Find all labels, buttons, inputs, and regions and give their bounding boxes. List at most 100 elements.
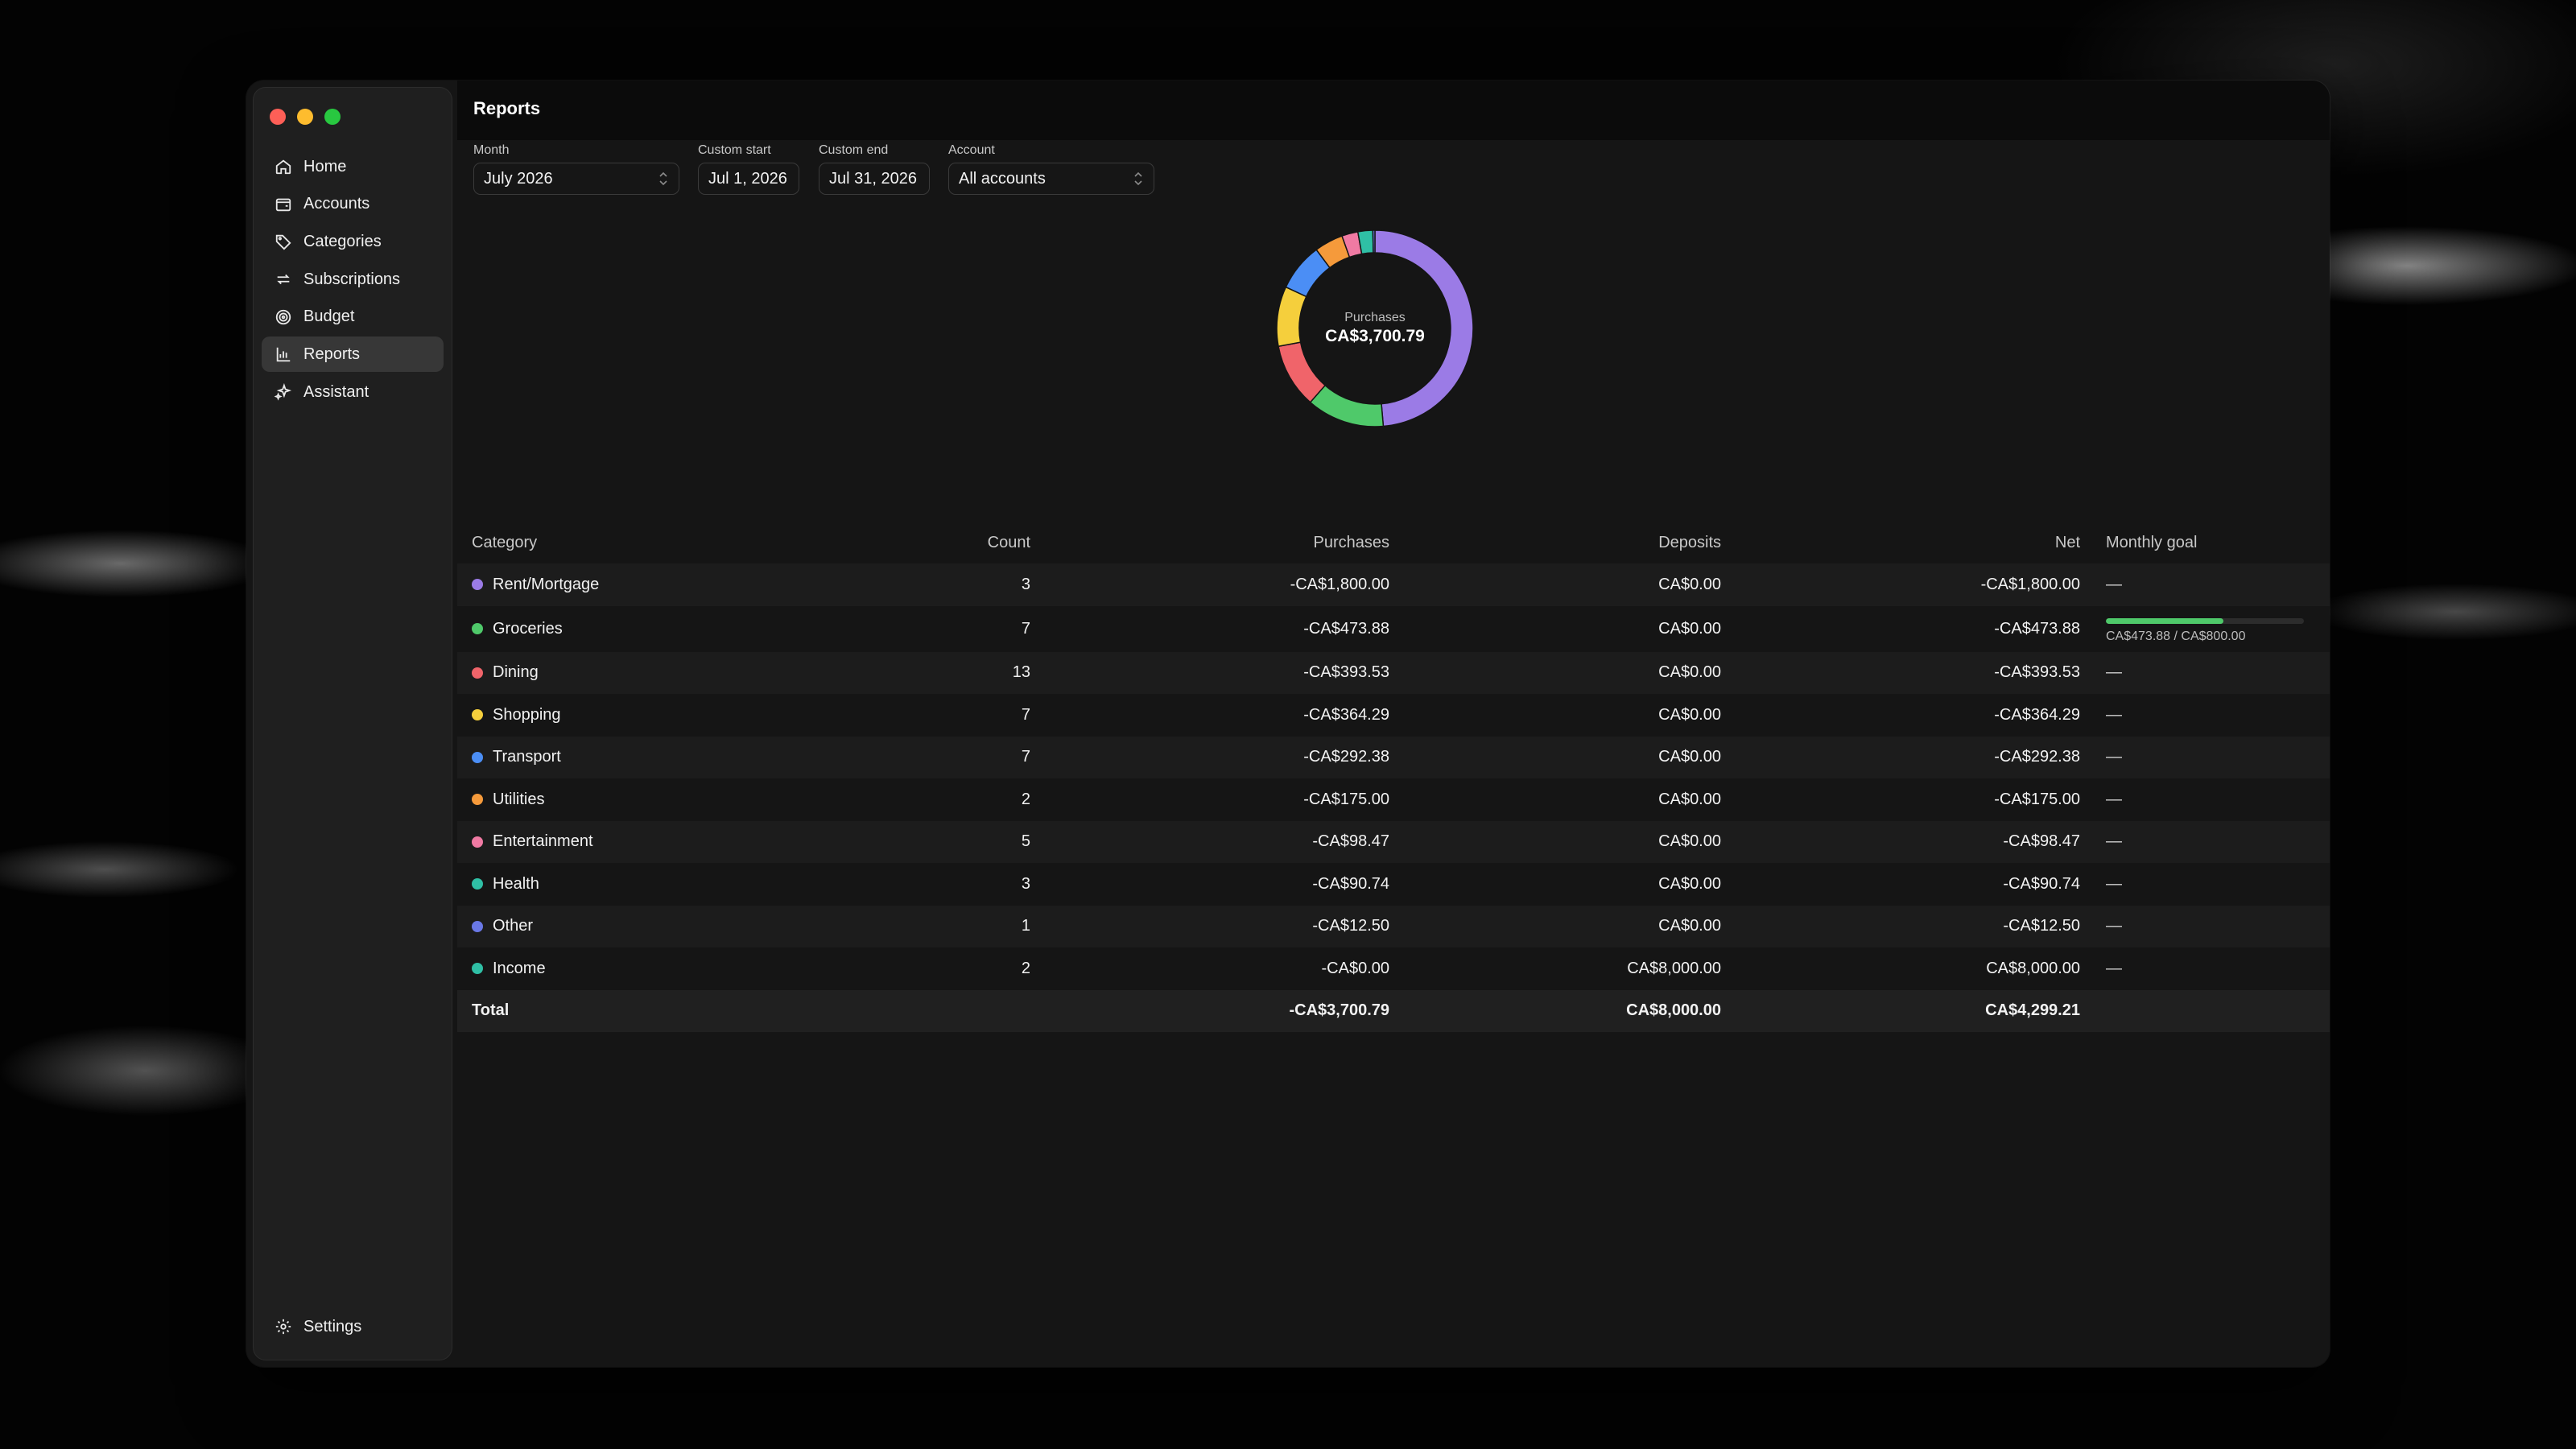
category-cell: Groceries [472,606,563,652]
net-cell: -CA$393.53 [1994,663,2080,682]
sidebar-item-assistant[interactable]: Assistant [262,374,444,410]
purchases-donut-chart: Purchases CA$3,700.79 [1262,216,1488,441]
goal-text: CA$473.88 / CA$800.00 [2106,629,2246,643]
table-row[interactable]: Entertainment 5 -CA$98.47 CA$0.00 -CA$98.47 — [457,820,2330,864]
donut-total: CA$3,700.79 [1325,327,1425,345]
table-row[interactable]: Transport 7 -CA$292.38 CA$0.00 -CA$292.38 — [457,736,2330,779]
table-row[interactable]: Other 1 -CA$12.50 CA$0.00 -CA$12.50 — [457,905,2330,947]
sidebar-item-home[interactable]: Home [262,149,444,184]
sidebar-item-budget[interactable]: Budget [262,299,444,335]
count-cell: 3 [1021,575,1030,593]
custom-start-filter: Custom start Jul 1, 2026 [698,142,799,195]
table-row[interactable]: Shopping 7 -CA$364.29 CA$0.00 -CA$364.29 — [457,694,2330,737]
sidebar-item-subscriptions[interactable]: Subscriptions [262,262,444,297]
total-net: CA$4,299.21 [1985,1001,2080,1020]
deposits-cell: CA$8,000.00 [1627,959,1721,977]
table-row[interactable]: Groceries 7 -CA$473.88 CA$0.00 -CA$473.88 CA$… [457,606,2330,652]
sidebar-item-label: Categories [303,232,382,250]
gear-icon [275,1318,292,1335]
purchases-cell: -CA$175.00 [1303,790,1389,808]
table-row[interactable]: Dining 13 -CA$393.53 CA$0.00 -CA$393.53 — [457,651,2330,694]
category-color-dot [472,579,483,591]
month-label: Month [473,143,510,157]
chevron-updown-icon [1134,171,1142,186]
account-label: Account [948,143,995,157]
category-color-dot [472,623,483,634]
table-row[interactable]: Utilities 2 -CA$175.00 CA$0.00 -CA$175.00 — [457,778,2330,821]
net-cell: -CA$12.50 [2003,917,2080,935]
category-color-dot [472,667,483,679]
purchases-cell: -CA$90.74 [1312,874,1389,893]
header-category[interactable]: Category [472,522,537,564]
category-color-dot [472,836,483,848]
category-name: Transport [493,748,561,766]
minimize-window-button[interactable] [297,109,313,125]
monthly-goal-value: — [2106,575,2122,593]
net-cell: -CA$1,800.00 [1980,575,2080,593]
header-count[interactable]: Count [988,522,1030,564]
sidebar-item-categories[interactable]: Categories [262,224,444,259]
monthly-goal-value: — [2106,663,2122,682]
net-cell: -CA$364.29 [1994,705,2080,724]
sidebar-item-label: Accounts [303,195,370,213]
count-cell: 7 [1021,748,1030,766]
category-color-dot [472,709,483,721]
wallet-icon [275,196,292,213]
deposits-cell: CA$0.00 [1658,874,1721,893]
monthly-goal-value: — [2106,705,2122,724]
sparkle-icon [275,383,292,401]
net-cell: -CA$473.88 [1994,619,2080,638]
table-row[interactable]: Rent/Mortgage 3 -CA$1,800.00 CA$0.00 -CA$1,8… [457,564,2330,606]
sidebar-item-accounts[interactable]: Accounts [262,187,444,222]
count-cell: 7 [1021,705,1030,724]
header-deposits[interactable]: Deposits [1658,522,1721,564]
monthly-goal-value: — [2106,874,2122,893]
deposits-cell: CA$0.00 [1658,705,1721,724]
category-cell: Transport [472,737,561,779]
category-cell: Entertainment [472,821,593,864]
sidebar-item-label: Budget [303,308,355,326]
custom-start-value: Jul 1, 2026 [708,169,787,188]
count-cell: 3 [1021,874,1030,893]
home-icon [275,158,292,175]
purchases-cell: -CA$364.29 [1303,705,1389,724]
table-body: Rent/Mortgage 3 -CA$1,800.00 CA$0.00 -CA$1,8… [457,564,2330,990]
net-cell: -CA$292.38 [1994,748,2080,766]
monthly-goal-value: — [2106,748,2122,766]
category-cell: Shopping [472,694,561,737]
custom-start-date-picker[interactable]: Jul 1, 2026 [698,163,799,195]
deposits-cell: CA$0.00 [1658,917,1721,935]
custom-end-label: Custom end [819,143,889,157]
sidebar-item-reports[interactable]: Reports [262,336,444,373]
purchases-cell: -CA$292.38 [1303,748,1389,766]
table-total-row: Total -CA$3,700.79 CA$8,000.00 CA$4,299.… [457,989,2330,1032]
table-row[interactable]: Health 3 -CA$90.74 CA$0.00 -CA$90.74 — [457,863,2330,906]
zoom-window-button[interactable] [324,109,341,125]
count-cell: 13 [1012,663,1030,682]
custom-end-date-picker[interactable]: Jul 31, 2026 [819,163,930,195]
category-cell: Income [472,947,546,990]
month-filter: Month July 2026 [473,142,679,195]
close-window-button[interactable] [270,109,286,125]
monthly-goal-value: — [2106,832,2122,851]
account-select[interactable]: All accounts [948,163,1154,195]
category-name: Dining [493,663,539,682]
sidebar-item-label: Reports [303,345,361,363]
category-report-table: Category Count Purchases Deposits Net Mo… [457,522,2330,1032]
sidebar-item-settings[interactable]: Settings [262,1309,444,1344]
sidebar-item-label: Subscriptions [303,270,401,288]
deposits-cell: CA$0.00 [1658,748,1721,766]
category-name: Health [493,874,539,893]
page-title: Reports [473,98,541,118]
header-net[interactable]: Net [2055,522,2080,564]
table-row[interactable]: Income 2 -CA$0.00 CA$8,000.00 CA$8,000.00 — [457,947,2330,990]
month-select[interactable]: July 2026 [473,163,679,195]
category-color-dot [472,794,483,806]
account-value: All accounts [959,169,1046,188]
header-purchases[interactable]: Purchases [1314,522,1390,564]
sidebar-nav: Home Accounts Categories Subscriptions B… [262,149,444,412]
goal-progress-fill [2106,617,2223,624]
header-monthly-goal[interactable]: Monthly goal [2106,522,2197,564]
account-filter: Account All accounts [948,142,1154,195]
category-name: Other [493,917,534,935]
